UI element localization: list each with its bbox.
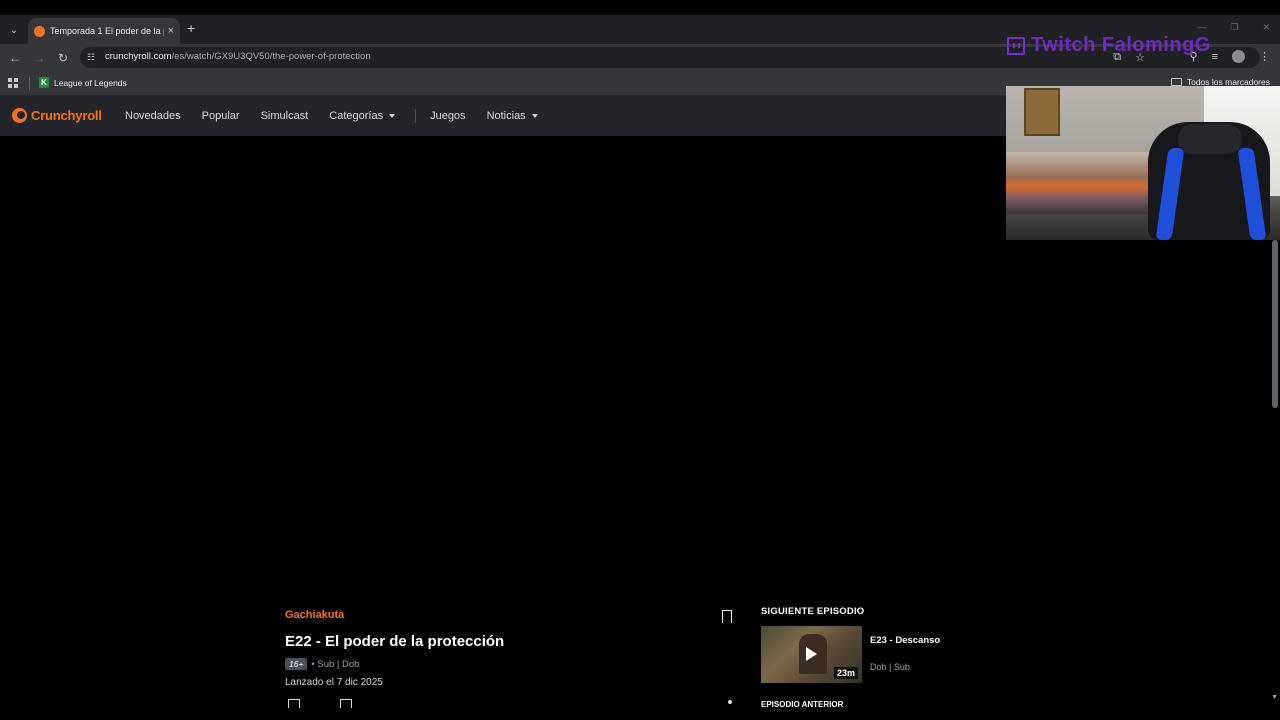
nav-popular[interactable]: Popular xyxy=(202,110,240,122)
nav-label: Categorías xyxy=(329,110,384,122)
next-episode-heading: SIGUIENTE EPISODIO xyxy=(761,606,865,617)
duration-badge: 23m xyxy=(833,667,858,679)
new-tab-button[interactable]: + xyxy=(187,21,195,35)
nav-label: Simulcast xyxy=(260,110,309,122)
browser-tab-active[interactable]: Temporada 1 El poder de la protección × xyxy=(28,18,180,44)
maximize-icon[interactable]: ❐ xyxy=(1230,22,1238,33)
dislike-icon[interactable] xyxy=(340,699,352,708)
screen: ⌄ Temporada 1 El poder de la protección … xyxy=(0,0,1280,720)
audio-tags: • Sub | Dob xyxy=(311,658,360,670)
series-link[interactable]: Gachiakuta xyxy=(285,609,344,621)
folder-icon xyxy=(1170,78,1182,86)
apps-grid-icon[interactable] xyxy=(8,78,18,88)
caret-down-icon xyxy=(531,114,538,118)
url-host: crunchyroll.com xyxy=(105,51,172,62)
twitch-icon xyxy=(1007,36,1025,55)
bookmarks-divider xyxy=(29,77,30,90)
next-episode-title[interactable]: E23 - Descanso xyxy=(870,635,940,646)
webcam-poster xyxy=(1024,88,1060,136)
scroll-down-arrow-icon[interactable]: ▼ xyxy=(1271,694,1278,701)
browser-menu-icon[interactable]: ⋮ xyxy=(1259,50,1270,63)
previous-episode-heading: EPISODIO ANTERIOR xyxy=(761,700,844,708)
nav-label: Popular xyxy=(201,110,240,122)
more-options-icon[interactable] xyxy=(728,700,732,704)
like-icon[interactable] xyxy=(288,699,300,708)
twitch-overlay: Twitch FalomingG xyxy=(1007,34,1211,57)
crunchyroll-logo-icon xyxy=(12,108,27,123)
episode-actions xyxy=(288,699,352,708)
crunchyroll-favicon-icon xyxy=(34,25,45,37)
nav-noticias-dropdown[interactable]: Noticias xyxy=(487,110,538,122)
tab-search-chevron-icon[interactable]: ⌄ xyxy=(5,21,23,39)
nav-label: Noticias xyxy=(486,110,526,122)
nav-label: Novedades xyxy=(125,110,181,122)
close-window-icon[interactable]: ✕ xyxy=(1262,22,1270,33)
tab-title: Temporada 1 El poder de la protección xyxy=(50,26,164,36)
release-date: Lanzado el 7 dic 2025 xyxy=(285,677,383,688)
caret-down-icon xyxy=(389,114,396,118)
nav-juegos[interactable]: Juegos xyxy=(430,110,465,122)
nav-categorias-dropdown[interactable]: Categorías xyxy=(329,110,396,122)
media-queue-icon[interactable]: ≡ xyxy=(1212,51,1218,63)
watchlist-bookmark-icon[interactable] xyxy=(722,610,732,624)
next-episode-card[interactable]: 23m E23 - Descanso Dob | Sub xyxy=(761,626,1001,683)
webcam-chair-headrest xyxy=(1178,124,1242,154)
forward-arrow-icon[interactable]: → xyxy=(31,50,47,66)
webcam-feed xyxy=(1006,86,1280,240)
bookmark-label: League of Legends xyxy=(54,77,127,88)
next-episode-thumbnail[interactable]: 23m xyxy=(761,626,862,683)
nav-novedades[interactable]: Novedades xyxy=(125,110,181,122)
reload-icon[interactable]: ↻ xyxy=(55,50,71,66)
minimize-icon[interactable]: — xyxy=(1197,22,1206,33)
profile-avatar[interactable] xyxy=(1232,50,1245,63)
tab-close-icon[interactable]: × xyxy=(168,25,174,37)
crunchyroll-logo[interactable]: Crunchyroll xyxy=(12,108,102,123)
url-path: /es/watch/GX9U3QV50/the-power-of-protect… xyxy=(171,51,371,62)
episode-title: E22 - El poder de la protección xyxy=(285,633,505,650)
maturity-rating-badge: 16+ xyxy=(285,658,308,670)
twitch-text: Twitch FalomingG xyxy=(1031,34,1211,56)
back-arrow-icon[interactable]: ← xyxy=(7,50,23,66)
address-bar-url: crunchyroll.com/es/watch/GX9U3QV50/the-p… xyxy=(105,51,371,62)
logo-text: Crunchyroll xyxy=(31,108,102,123)
scrollbar-thumb[interactable] xyxy=(1272,240,1278,408)
bookmark-league-of-legends[interactable]: K League of Legends xyxy=(39,77,127,88)
site-info-icon[interactable]: ☷ xyxy=(87,52,98,63)
league-of-legends-icon: K xyxy=(39,77,49,88)
nav-simulcast[interactable]: Simulcast xyxy=(261,110,309,122)
episode-meta: 16+ • Sub | Dob xyxy=(285,658,359,670)
main-nav: Novedades Popular Simulcast Categorías J… xyxy=(125,109,559,123)
play-icon[interactable] xyxy=(806,647,817,661)
next-episode-audio: Dob | Sub xyxy=(870,662,910,672)
nav-divider xyxy=(415,109,417,123)
window-controls: — ❐ ✕ xyxy=(1197,22,1270,33)
nav-label: Juegos xyxy=(430,110,466,122)
